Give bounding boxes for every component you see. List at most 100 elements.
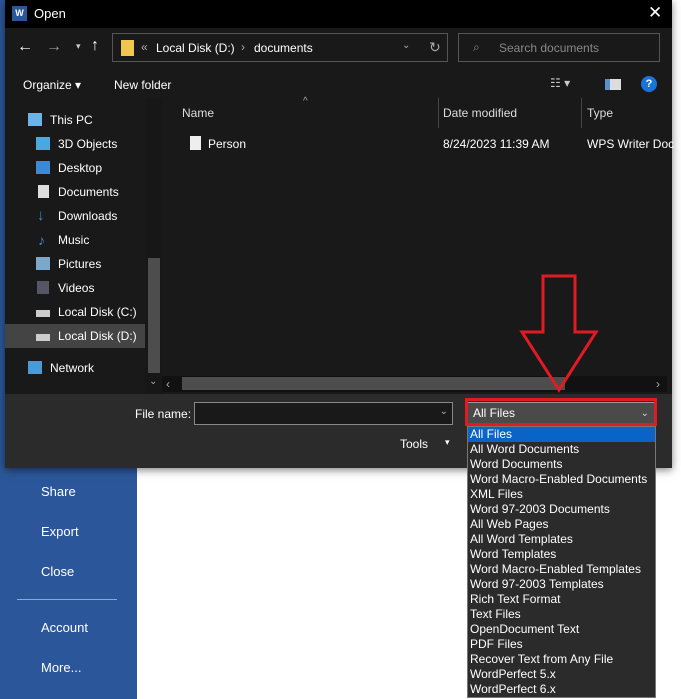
view-options-icon[interactable]: ☷ ▾	[550, 76, 570, 90]
nav-label: Local Disk (C:)	[58, 305, 137, 319]
file-name-input[interactable]: ⌄	[194, 402, 453, 425]
backstage-close[interactable]: Close	[41, 564, 74, 579]
scroll-thumb[interactable]	[182, 377, 565, 390]
nav-local-disk-c[interactable]: Local Disk (C:)	[5, 300, 145, 324]
option-all-files[interactable]: All Files	[468, 427, 655, 442]
close-icon[interactable]: ✕	[648, 3, 662, 23]
preview-pane-icon[interactable]	[605, 79, 621, 90]
option[interactable]: WordPerfect 5.x	[468, 667, 655, 682]
pictures-icon	[36, 257, 50, 270]
documents-icon	[38, 185, 49, 198]
option[interactable]: Word 97-2003 Templates	[468, 577, 655, 592]
help-icon[interactable]: ?	[641, 76, 657, 92]
divider	[17, 599, 117, 600]
search-icon: ⌕	[473, 40, 480, 54]
nav-label: Network	[50, 361, 95, 375]
nav-music[interactable]: ♪ Music	[5, 228, 145, 252]
option[interactable]: Word Templates	[468, 547, 655, 562]
option[interactable]: Word Macro-Enabled Documents	[468, 472, 655, 487]
option[interactable]: Rich Text Format	[468, 592, 655, 607]
backstage-share[interactable]: Share	[41, 484, 76, 499]
forward-icon[interactable]: →	[46, 38, 62, 56]
nav-downloads[interactable]: ↓ Downloads	[5, 204, 145, 228]
breadcrumb-documents[interactable]: documents	[254, 41, 313, 55]
word-icon: W	[12, 6, 27, 21]
organize-button[interactable]: Organize ▾	[23, 78, 81, 92]
file-name-label: File name:	[135, 407, 192, 421]
scroll-right-icon[interactable]: ›	[656, 377, 660, 391]
drive-icon	[36, 310, 50, 317]
dialog-title: Open	[34, 6, 66, 21]
option[interactable]: PDF Files	[468, 637, 655, 652]
option[interactable]: XML Files	[468, 487, 655, 502]
backstage-export[interactable]: Export	[41, 524, 79, 539]
videos-icon	[37, 281, 49, 294]
column-type[interactable]: Type	[587, 106, 613, 120]
desktop-icon	[36, 161, 50, 174]
download-icon: ↓	[37, 207, 45, 224]
refresh-icon[interactable]: ↻	[429, 39, 441, 56]
nav-network[interactable]: Network	[5, 356, 145, 380]
nav-label: Pictures	[58, 257, 102, 271]
column-date-modified[interactable]: Date modified	[443, 106, 517, 120]
toolbar: Organize ▾ New folder ☷ ▾ ?	[5, 70, 672, 98]
address-overflow[interactable]: «	[141, 40, 148, 54]
breadcrumb-separator-icon: ›	[241, 40, 245, 54]
chevron-down-icon[interactable]: ⌄	[440, 406, 448, 417]
nav-3d-objects[interactable]: 3D Objects	[5, 132, 145, 156]
nav-label: Desktop	[58, 161, 103, 175]
nav-label: Videos	[58, 281, 95, 295]
option[interactable]: All Word Documents	[468, 442, 655, 457]
drive-icon	[36, 334, 50, 341]
recent-chevron-icon[interactable]: ▾	[76, 41, 81, 52]
backstage-account[interactable]: Account	[41, 620, 88, 635]
nav-label: Documents	[58, 185, 119, 199]
sort-ascending-icon: ^	[303, 96, 308, 107]
computer-icon	[28, 113, 42, 126]
option[interactable]: Word Documents	[468, 457, 655, 472]
nav-label: This PC	[50, 113, 93, 127]
option[interactable]: WordPerfect 6.x	[468, 682, 655, 697]
search-input[interactable]: ⌕ Search documents	[458, 33, 660, 62]
nav-label: Downloads	[58, 209, 118, 223]
nav-label: 3D Objects	[58, 137, 118, 151]
nav-videos[interactable]: Videos	[5, 276, 145, 300]
document-icon	[190, 136, 201, 150]
option[interactable]: Word Macro-Enabled Templates	[468, 562, 655, 577]
backstage-more[interactable]: More...	[41, 660, 81, 675]
option[interactable]: All Word Templates	[468, 532, 655, 547]
column-name[interactable]: Name	[182, 106, 214, 120]
scroll-down-icon[interactable]: ⌄	[149, 376, 157, 387]
tools-dropdown-icon[interactable]: ▾	[445, 437, 450, 448]
option[interactable]: All Web Pages	[468, 517, 655, 532]
nav-scrollbar[interactable]: ⌄	[145, 98, 163, 394]
file-row[interactable]: Person 8/24/2023 11:39 AM WPS Writer Doc	[163, 132, 675, 154]
nav-pictures[interactable]: Pictures	[5, 252, 145, 276]
music-icon: ♪	[38, 232, 45, 248]
nav-local-disk-d[interactable]: Local Disk (D:)	[5, 324, 145, 348]
option[interactable]: OpenDocument Text	[468, 622, 655, 637]
new-folder-button[interactable]: New folder	[114, 78, 171, 92]
option[interactable]: Text Files	[468, 607, 655, 622]
option[interactable]: Recover Text from Any File	[468, 652, 655, 667]
address-dropdown-icon[interactable]: ⌄	[402, 40, 410, 51]
nav-label: Music	[58, 233, 90, 247]
option[interactable]: Word 97-2003 Documents	[468, 502, 655, 517]
scroll-thumb[interactable]	[148, 258, 160, 373]
nav-this-pc[interactable]: This PC	[5, 108, 145, 132]
divider	[438, 98, 439, 128]
organize-label: Organize	[23, 78, 72, 92]
breadcrumb-local-disk-d[interactable]: Local Disk (D:)	[156, 41, 235, 55]
file-type: WPS Writer Doc	[587, 137, 675, 151]
address-bar[interactable]: « Local Disk (D:) › documents ⌄ ↻	[112, 33, 448, 62]
nav-documents[interactable]: Documents	[5, 180, 145, 204]
tools-button[interactable]: Tools	[400, 437, 428, 451]
scroll-left-icon[interactable]: ‹	[166, 377, 170, 391]
file-type-dropdown-list: All Files All Word Documents Word Docume…	[467, 426, 656, 698]
nav-desktop[interactable]: Desktop	[5, 156, 145, 180]
up-icon[interactable]: ↑	[91, 37, 99, 55]
back-icon[interactable]: ←	[17, 38, 33, 56]
search-placeholder: Search documents	[499, 41, 600, 55]
file-date: 8/24/2023 11:39 AM	[443, 137, 550, 151]
navigation-pane: This PC 3D Objects Desktop Documents ↓ Do…	[5, 98, 163, 394]
